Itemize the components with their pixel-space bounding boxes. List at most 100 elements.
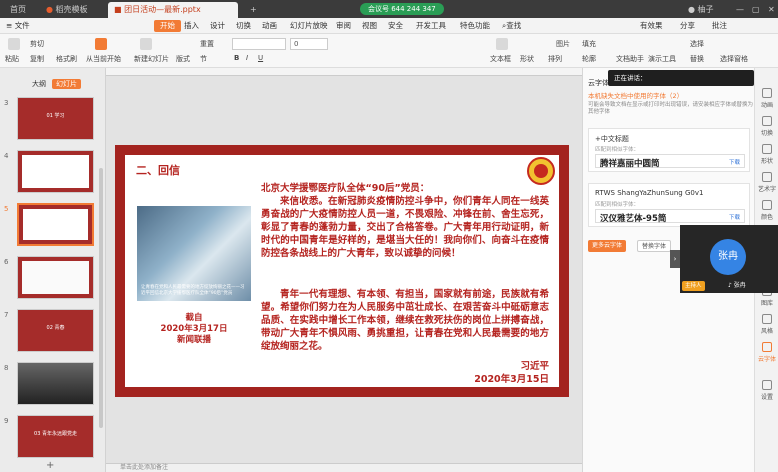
tab-document-label: 团日活动—最新.pptx <box>124 5 201 14</box>
font-match-field[interactable]: 腾祥嘉丽中圆简 下载 <box>595 154 745 169</box>
select-button[interactable]: 选择 <box>690 39 704 49</box>
slide-thumbnail-4[interactable] <box>17 150 94 193</box>
slide-thumbnail-6[interactable] <box>17 256 94 299</box>
notes-bar[interactable]: 单击此处添加备注 <box>106 463 582 472</box>
collapse-video-button[interactable]: › <box>670 250 680 268</box>
download-font-button[interactable]: 下载 <box>729 158 740 166</box>
font-card-name: RTWS ShangYaZhunSung G0v1 <box>595 189 704 197</box>
format-painter-button[interactable]: 格式刷 <box>56 54 77 64</box>
layout-button[interactable]: 版式 <box>176 54 190 64</box>
gear-icon <box>762 380 772 390</box>
menu-animation[interactable]: 动画 <box>262 20 277 32</box>
close-icon[interactable]: ✕ <box>762 2 778 18</box>
fill-button[interactable]: 填充 <box>582 39 596 49</box>
cloud-font-icon <box>762 342 772 352</box>
sidebar-color[interactable]: 颜色 <box>755 200 778 221</box>
ppt-icon: ■ <box>114 5 122 14</box>
letter-paragraph-1[interactable]: 来信收悉。在新冠肺炎疫情防控斗争中，你们青年人同在一线英勇奋战的广大疫情防控人员… <box>261 195 549 260</box>
menu-slideshow[interactable]: 幻灯片放映 <box>290 20 328 32</box>
replace-font-button[interactable]: 替换字体 <box>637 240 672 252</box>
menu-search[interactable]: ⌕查找 <box>502 20 521 32</box>
outline-button[interactable]: 轮廓 <box>582 54 596 64</box>
hamburger-icon: ≡ <box>6 21 13 30</box>
paste-button[interactable]: 粘贴 <box>5 54 19 64</box>
sidebar-settings[interactable]: 设置 <box>755 380 778 401</box>
textbox-button[interactable]: 文本框 <box>490 54 511 64</box>
reset-button[interactable]: 重置 <box>200 39 214 49</box>
letter-salutation[interactable]: 北京大学援鄂医疗队全体“90后”党员： <box>261 180 429 194</box>
photo-source-program: 新闻联播 <box>176 335 211 345</box>
news-photo[interactable]: 让青春在党和人民最需要的地方绽放绚丽之花——习近平回信北京大学援鄂医疗队全体“9… <box>137 206 251 301</box>
picture-button[interactable]: 图片 <box>556 39 570 49</box>
menu-file[interactable]: ≡ 文件 <box>6 20 30 32</box>
underline-button[interactable]: U <box>258 54 263 62</box>
menu-design[interactable]: 设计 <box>210 20 225 32</box>
tab-home[interactable]: 首页 <box>4 2 32 18</box>
menu-changes[interactable]: 有效果 <box>640 20 663 32</box>
menu-share[interactable]: 分享 <box>680 20 695 32</box>
more-cloud-fonts-button[interactable]: 更多云字体 <box>588 240 627 252</box>
slide-thumbnail-7[interactable]: 02 青春 <box>17 309 94 352</box>
new-slide-button[interactable]: 新建幻灯片 <box>134 54 169 64</box>
add-slide-button[interactable]: + <box>46 460 54 471</box>
menu-view[interactable]: 视图 <box>362 20 377 32</box>
slides-scrollbar[interactable] <box>99 168 103 428</box>
presenter-tools-button[interactable]: 演示工具 <box>648 54 676 64</box>
section-title[interactable]: 二、回信 <box>136 162 180 178</box>
font-card-name: +中文标题 <box>595 135 629 143</box>
font-name-select[interactable] <box>232 38 286 50</box>
italic-button[interactable]: I <box>246 54 248 62</box>
section-button[interactable]: 节 <box>200 54 207 64</box>
letter-paragraph-2[interactable]: 青年一代有理想、有本领、有担当，国家就有前途，民族就有希望。希望你们努力在为人民… <box>261 288 549 353</box>
slide-thumbnail-9[interactable]: 03 青年永远跟党走 <box>17 415 94 458</box>
slide-thumbnail-3[interactable]: 01 学习 <box>17 97 94 140</box>
letter-signature[interactable]: 习近平 2020年3月15日 <box>474 360 549 386</box>
arrange-button[interactable]: 排列 <box>548 54 562 64</box>
download-font-button[interactable]: 下载 <box>729 213 740 221</box>
sidebar-wordart[interactable]: 艺术字 <box>755 172 778 193</box>
menu-devtools[interactable]: 开发工具 <box>416 20 446 32</box>
menu-transition[interactable]: 切换 <box>236 20 251 32</box>
menu-security[interactable]: 安全 <box>388 20 403 32</box>
menu-insert[interactable]: 插入 <box>184 20 199 32</box>
sidebar-style[interactable]: 风格 <box>755 314 778 335</box>
doc-assistant-button[interactable]: 文档助手 <box>616 54 644 64</box>
menu-start[interactable]: 开始 <box>154 20 181 32</box>
font-match-field[interactable]: 汉仪雅艺体-95简 下载 <box>595 209 745 224</box>
new-slide-icon[interactable] <box>140 38 152 50</box>
league-emblem-icon[interactable] <box>527 157 555 185</box>
tab-document[interactable]: ■ 团日活动—最新.pptx <box>108 2 238 18</box>
slide-thumbnail-8[interactable] <box>17 362 94 405</box>
sidebar-shape[interactable]: 形状 <box>755 144 778 165</box>
menu-features[interactable]: 特色功能 <box>460 20 490 32</box>
replace-button[interactable]: 替换 <box>690 54 704 64</box>
menu-comment[interactable]: 批注 <box>712 20 727 32</box>
font-card-label: 匹配到相似字体： <box>595 147 640 153</box>
paste-icon[interactable] <box>8 38 20 50</box>
tab-outline[interactable]: 大纲 <box>28 79 50 89</box>
menu-review[interactable]: 审阅 <box>336 20 351 32</box>
slide-thumbnail-5[interactable] <box>17 203 94 246</box>
user-avatar[interactable]: ● 柚子 <box>682 2 720 18</box>
play-icon[interactable] <box>95 38 107 50</box>
cut-button[interactable]: 剪切 <box>30 39 44 49</box>
font-size-select[interactable]: 0 <box>290 38 328 50</box>
tab-slides[interactable]: 幻灯片 <box>52 79 81 89</box>
video-tile[interactable]: 张冉 主持人 ♪ 张冉 <box>680 225 778 293</box>
shape-button[interactable]: 形状 <box>520 54 534 64</box>
from-current-button[interactable]: 从当前开始 <box>86 54 121 64</box>
copy-button[interactable]: 复制 <box>30 54 44 64</box>
tab-template[interactable]: ● 稻壳模板 <box>40 2 94 18</box>
bold-button[interactable]: B <box>234 54 239 62</box>
select-pane-button[interactable]: 选择窗格 <box>720 54 748 64</box>
sidebar-shape-label: 形状 <box>760 158 773 165</box>
menu-search-label: 查找 <box>506 21 522 30</box>
new-tab-button[interactable]: + <box>244 2 263 18</box>
meeting-id-badge[interactable]: 会议号 644 244 347 <box>360 3 444 15</box>
sidebar-animation[interactable]: 动画 <box>755 88 778 109</box>
sidebar-wordart-label: 艺术字 <box>757 186 776 193</box>
sidebar-cloud-font[interactable]: 云字体 <box>755 342 778 363</box>
sidebar-transition[interactable]: 切换 <box>755 116 778 137</box>
textbox-icon[interactable] <box>496 38 508 50</box>
current-slide[interactable]: 二、回信 让青春在党和人民最需要的地方绽放绚丽之花——习近平回信北京大学援鄂医疗… <box>115 145 569 397</box>
